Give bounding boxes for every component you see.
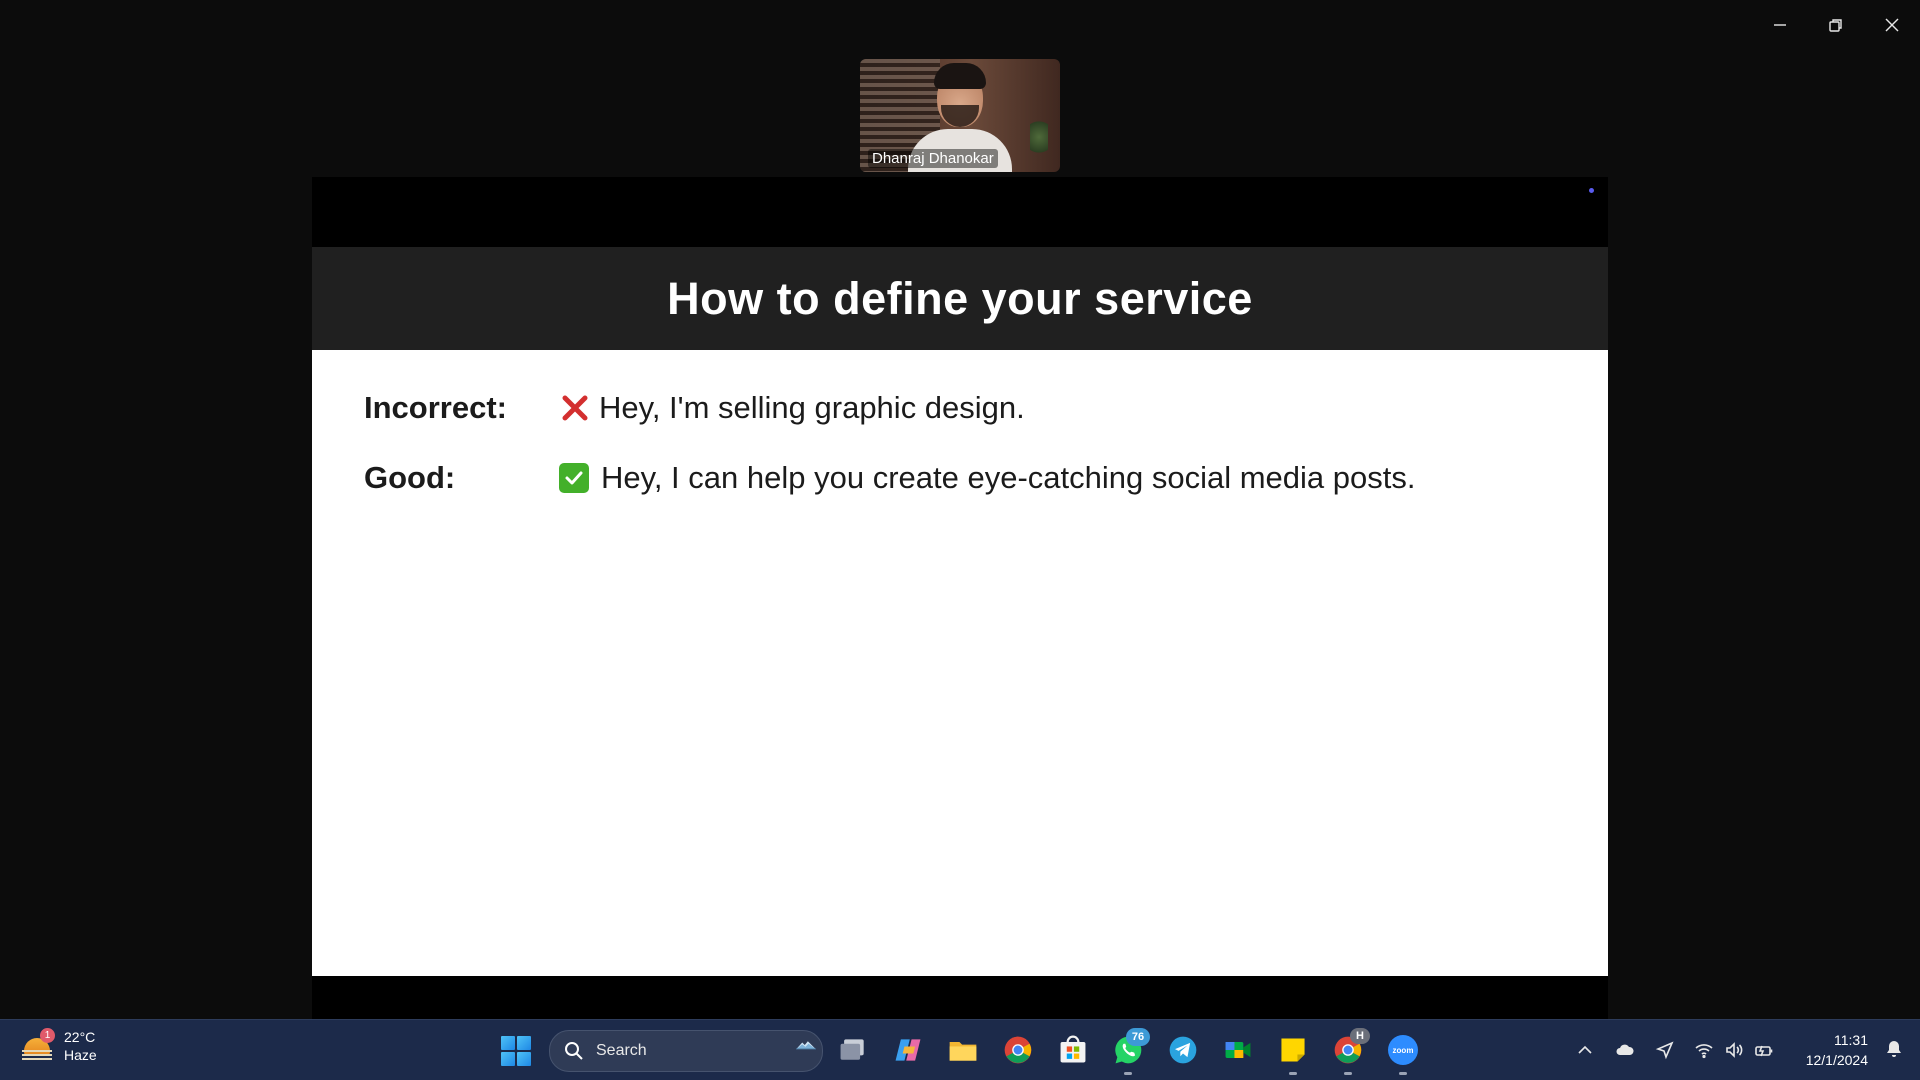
- location-tray[interactable]: [1655, 1020, 1675, 1080]
- copilot-button[interactable]: [890, 1032, 926, 1068]
- app-running-indicator: [1289, 1072, 1297, 1075]
- onedrive-tray[interactable]: [1615, 1020, 1635, 1080]
- chrome-profile-button[interactable]: H: [1330, 1028, 1370, 1075]
- app-running-indicator: [1124, 1072, 1132, 1075]
- copilot-icon: [895, 1039, 921, 1061]
- mountain-icon: [796, 1041, 816, 1050]
- battery-charging-icon: [1755, 1045, 1773, 1057]
- minimize-icon: [1774, 24, 1786, 26]
- slide-body: Incorrect: Hey, I'm selling graphic desi…: [312, 350, 1608, 976]
- volume-icon: [1726, 1042, 1743, 1058]
- sticky-note-icon: [1281, 1038, 1305, 1062]
- row-label: Incorrect:: [364, 390, 507, 425]
- taskbar-clock[interactable]: 11:31 12/1/2024: [1806, 1030, 1868, 1070]
- haze-weather-icon: 1: [22, 1028, 55, 1062]
- zoom-icon: zoom: [1388, 1035, 1418, 1065]
- microsoft-store-button[interactable]: [1055, 1032, 1091, 1068]
- row-text: Hey, I can help you create eye-catching …: [601, 460, 1416, 495]
- slide-row-incorrect: Incorrect: Hey, I'm selling graphic desi…: [364, 390, 1025, 426]
- sticky-notes-button[interactable]: [1275, 1032, 1311, 1075]
- volume-tray[interactable]: [1724, 1020, 1744, 1080]
- clock-date: 12/1/2024: [1805, 1052, 1868, 1068]
- restore-button[interactable]: [1808, 0, 1864, 50]
- clock-time: 11:31: [1834, 1032, 1868, 1048]
- close-button[interactable]: [1864, 0, 1920, 50]
- wifi-icon: [1695, 1044, 1713, 1059]
- zoom-button[interactable]: zoom: [1385, 1032, 1421, 1075]
- battery-tray[interactable]: [1754, 1020, 1774, 1080]
- weather-temp: 22°C: [64, 1029, 96, 1045]
- search-label: Search: [596, 1042, 647, 1059]
- meet-icon: [1225, 1042, 1251, 1058]
- app-running-indicator: [1399, 1072, 1407, 1075]
- slide-title: How to define your service: [667, 272, 1253, 324]
- folder-icon: [949, 1042, 977, 1061]
- row-label: Good:: [364, 460, 456, 495]
- profile-badge: H: [1350, 1028, 1370, 1044]
- participant-hair: [934, 63, 986, 89]
- whatsapp-button[interactable]: 76: [1110, 1028, 1150, 1075]
- weather-widget[interactable]: 1 22°C Haze: [22, 1028, 97, 1064]
- check-mark-icon: [559, 463, 589, 493]
- show-hidden-icons-button[interactable]: [1575, 1020, 1595, 1080]
- chevron-up-icon: [1578, 1045, 1592, 1054]
- slide-row-good: Good: Hey, I can help you create eye-cat…: [364, 460, 1415, 496]
- taskbar: 1 22°C Haze Search 76 H zoom 11:31 12/1/…: [0, 1019, 1920, 1080]
- slide-header: How to define your service: [312, 247, 1608, 350]
- share-indicator-dot: [1589, 188, 1594, 193]
- taskbar-search[interactable]: Search: [549, 1030, 823, 1072]
- search-icon: [565, 1042, 583, 1060]
- plant-decoration: [1030, 117, 1048, 157]
- telegram-icon: [1169, 1036, 1197, 1064]
- location-arrow-icon: [1655, 1041, 1674, 1060]
- bell-icon: [1887, 1041, 1901, 1057]
- shared-screen: How to define your service Incorrect: He…: [312, 177, 1608, 1019]
- chrome-button[interactable]: [1000, 1032, 1036, 1068]
- wifi-tray[interactable]: [1694, 1020, 1714, 1080]
- telegram-button[interactable]: [1165, 1032, 1201, 1068]
- task-view-button[interactable]: [835, 1032, 871, 1068]
- start-button[interactable]: [501, 1036, 531, 1066]
- task-view-icon: [840, 1039, 864, 1060]
- window-controls: [1752, 0, 1920, 50]
- chrome-icon: [1004, 1036, 1032, 1064]
- minimize-button[interactable]: [1752, 0, 1808, 50]
- notification-badge: 76: [1126, 1028, 1150, 1046]
- zoom-label: zoom: [1392, 1045, 1414, 1055]
- close-icon: [1885, 18, 1899, 32]
- notifications-button[interactable]: [1884, 1039, 1904, 1064]
- file-explorer-button[interactable]: [945, 1032, 981, 1068]
- weather-condition: Haze: [64, 1047, 97, 1063]
- app-running-indicator: [1344, 1072, 1352, 1075]
- weather-badge: 1: [40, 1028, 55, 1043]
- participant-name-label: Dhanraj Dhanokar: [868, 149, 998, 168]
- cloud-icon: [1616, 1044, 1634, 1055]
- restore-icon: [1829, 19, 1842, 32]
- cross-mark-icon: [559, 392, 591, 424]
- store-icon: [1060, 1035, 1086, 1063]
- google-meet-button[interactable]: [1220, 1032, 1256, 1068]
- row-text: Hey, I'm selling graphic design.: [599, 390, 1025, 425]
- participant-video-tile[interactable]: Dhanraj Dhanokar: [860, 59, 1060, 172]
